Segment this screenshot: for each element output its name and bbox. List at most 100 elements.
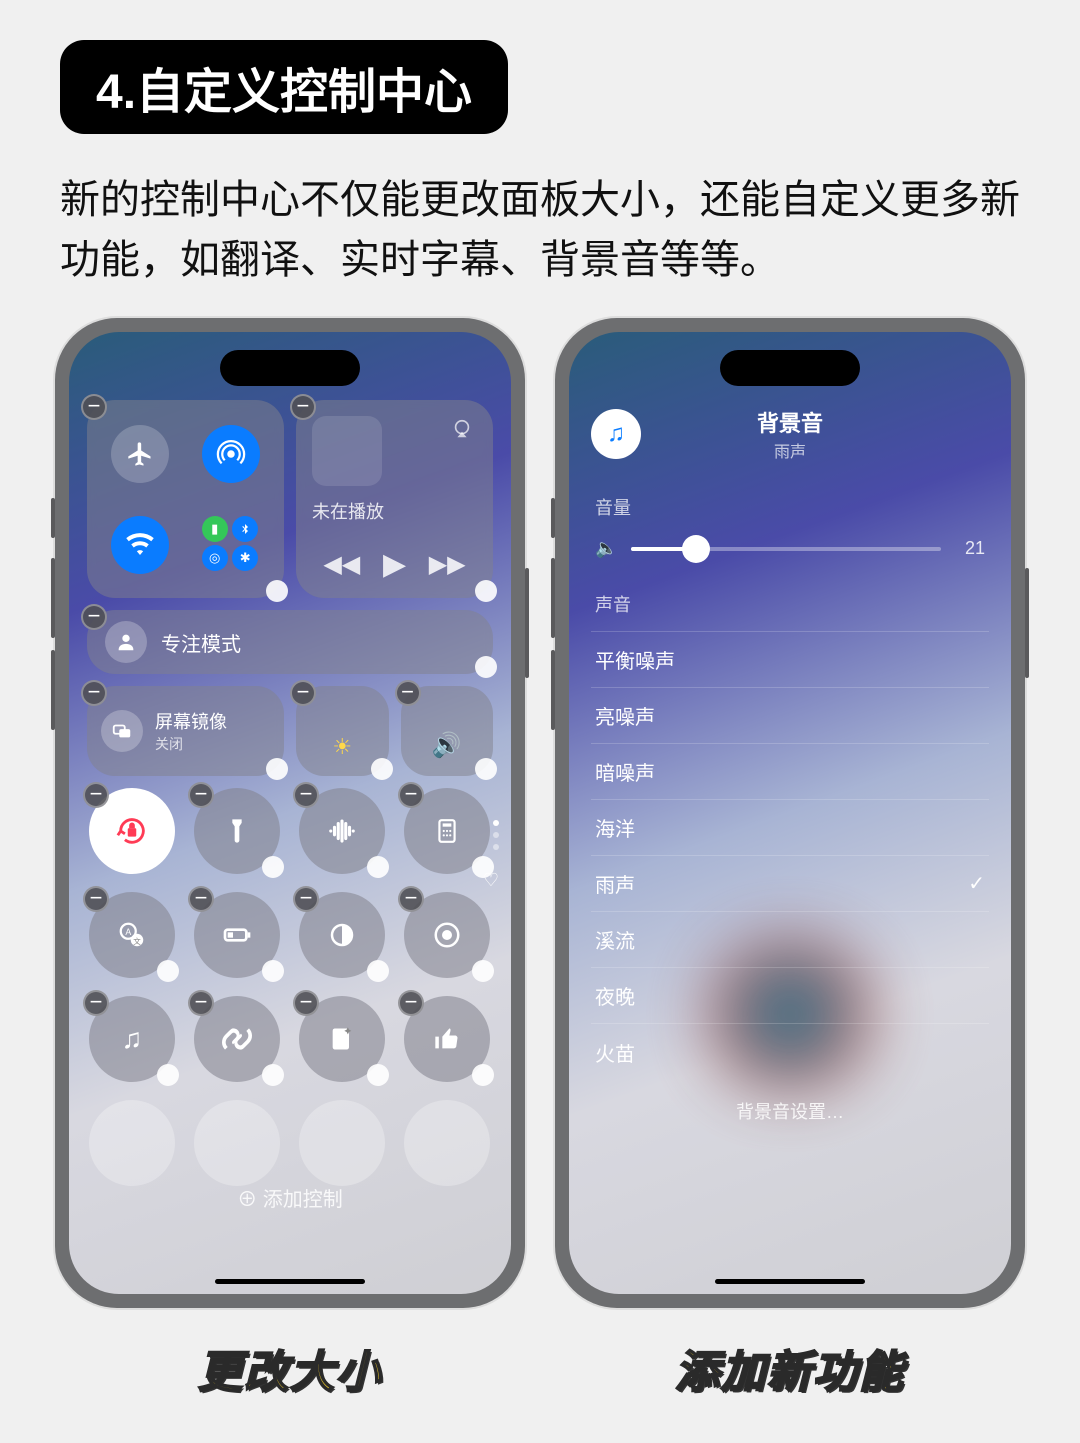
orientation-lock-button[interactable] [89,788,175,874]
empty-slot[interactable] [404,1100,490,1186]
low-power-button[interactable] [194,892,280,978]
bg-sound-header: ♫ 背景音 雨声 [569,406,1011,462]
sound-option[interactable]: 海洋 [591,800,989,856]
media-artwork [312,416,382,486]
volume-thumb[interactable] [682,535,710,563]
phone-right: ♫ 背景音 雨声 音量 🔈 21 声音 平衡噪声亮噪声暗噪声海洋雨声✓ [555,318,1025,1308]
resize-handle[interactable] [266,580,288,602]
screen-mirror-tile[interactable]: 屏幕镜像 关闭 [87,686,284,776]
media-status: 未在播放 [312,498,477,524]
wifi-icon [125,530,155,560]
calculator-icon [434,818,460,844]
remove-badge[interactable] [81,394,107,420]
airplane-mode-toggle[interactable] [111,425,169,483]
wifi-toggle[interactable] [111,516,169,574]
remove-badge[interactable] [395,680,421,706]
resize-handle[interactable] [475,656,497,678]
screen-record-button[interactable] [404,892,490,978]
sound-option[interactable]: 暗噪声 [591,744,989,800]
airplay-icon[interactable] [451,418,473,440]
volume-slider-row[interactable]: 🔈 21 [591,532,989,579]
phone-left: ▮ ◎ ✱ [55,318,525,1308]
media-tile[interactable]: 未在播放 ◀◀ ▶ ▶▶ [296,400,493,598]
sound-option[interactable]: 平衡噪声 [591,632,989,688]
sound-label: 火苗 [595,1038,635,1067]
resize-handle[interactable] [266,758,288,780]
remove-badge[interactable] [290,394,316,420]
quick-note-button[interactable] [299,996,385,1082]
bluetooth-icon[interactable] [232,516,258,542]
battery-icon [221,919,253,951]
bg-sound-body: 音量 🔈 21 声音 平衡噪声亮噪声暗噪声海洋雨声✓溪流夜晚火苗 背景音设置… [591,482,989,1264]
sound-option[interactable]: 火苗 [591,1024,989,1080]
hotspot-icon[interactable]: ◎ [202,545,228,571]
caption-left: 更改大小 [55,1336,525,1400]
home-indicator[interactable] [715,1279,865,1284]
remove-badge[interactable] [81,604,107,630]
empty-slot[interactable] [194,1100,280,1186]
record-icon [432,920,462,950]
resize-handle[interactable] [371,758,393,780]
thumbs-up-button[interactable] [404,996,490,1082]
speaker-icon: 🔈 [595,538,617,559]
empty-slot[interactable] [89,1100,175,1186]
sound-label: 雨声 [595,869,635,898]
cellular-icon[interactable]: ▮ [202,516,228,542]
airdrop-icon [216,439,246,469]
note-sparkle-icon [328,1025,356,1053]
sound-option[interactable]: 夜晚 [591,968,989,1024]
sound-label: 海洋 [595,813,635,842]
flashlight-button[interactable] [194,788,280,874]
translate-button[interactable]: A文 [89,892,175,978]
dark-mode-button[interactable] [299,892,385,978]
brightness-slider[interactable]: ☀ [296,686,388,776]
plus-icon: ⊕ [237,1189,263,1211]
airdrop-toggle[interactable] [202,425,260,483]
volume-track[interactable] [631,547,941,551]
play-button[interactable]: ▶ [383,547,406,582]
volume-slider[interactable]: 🔊 [401,686,493,776]
sound-section-label: 声音 [591,579,989,632]
add-control-button[interactable]: ⊕ 添加控制 [87,1183,493,1212]
resize-handle[interactable] [475,758,497,780]
calculator-button[interactable] [404,788,490,874]
music-note-icon: ♫ [122,1023,143,1055]
empty-slot[interactable] [299,1100,385,1186]
page-indicator [493,820,499,850]
sound-list: 平衡噪声亮噪声暗噪声海洋雨声✓溪流夜晚火苗 [591,632,989,1080]
resize-handle[interactable] [475,580,497,602]
sound-option[interactable]: 溪流 [591,912,989,968]
dark-mode-icon [327,920,357,950]
sound-option[interactable]: 亮噪声 [591,688,989,744]
phones-row: ▮ ◎ ✱ [40,318,1040,1308]
screen-left: ▮ ◎ ✱ [69,332,511,1294]
sound-recognition-button[interactable] [299,788,385,874]
remove-badge[interactable] [81,680,107,706]
bg-sound-settings-link[interactable]: 背景音设置… [591,1098,989,1124]
control-center: ▮ ◎ ✱ [87,400,493,1264]
home-indicator[interactable] [215,1279,365,1284]
airplane-icon [126,440,154,468]
focus-label: 专注模式 [161,628,241,657]
page-description: 新的控制中心不仅能更改面板大小，还能自定义更多新功能，如翻译、实时字幕、背景音等… [60,170,1020,290]
remove-badge[interactable] [290,680,316,706]
next-track-button[interactable]: ▶▶ [429,550,466,579]
satellite-icon[interactable]: ✱ [232,545,258,571]
prev-track-button[interactable]: ◀◀ [323,550,360,579]
volume-section-label: 音量 [591,482,989,532]
shazam-button[interactable] [194,996,280,1082]
sound-label: 夜晚 [595,981,635,1010]
screen-right: ♫ 背景音 雨声 音量 🔈 21 声音 平衡噪声亮噪声暗噪声海洋雨声✓ [569,332,1011,1294]
focus-mode-tile[interactable]: 专注模式 [87,610,493,674]
sound-label: 亮噪声 [595,701,655,730]
caption-row: 更改大小 添加新功能 [40,1336,1040,1400]
svg-text:A: A [125,927,131,937]
flashlight-icon [223,817,251,845]
page-title-pill: 4.自定义控制中心 [60,40,508,134]
dynamic-island [220,350,360,386]
sound-option[interactable]: 雨声✓ [591,856,989,912]
mirror-sub: 关闭 [155,734,227,754]
connectivity-tile[interactable]: ▮ ◎ ✱ [87,400,284,598]
music-recognition-button[interactable]: ♫ [89,996,175,1082]
controls-grid: A文 ♫ [87,788,493,1186]
